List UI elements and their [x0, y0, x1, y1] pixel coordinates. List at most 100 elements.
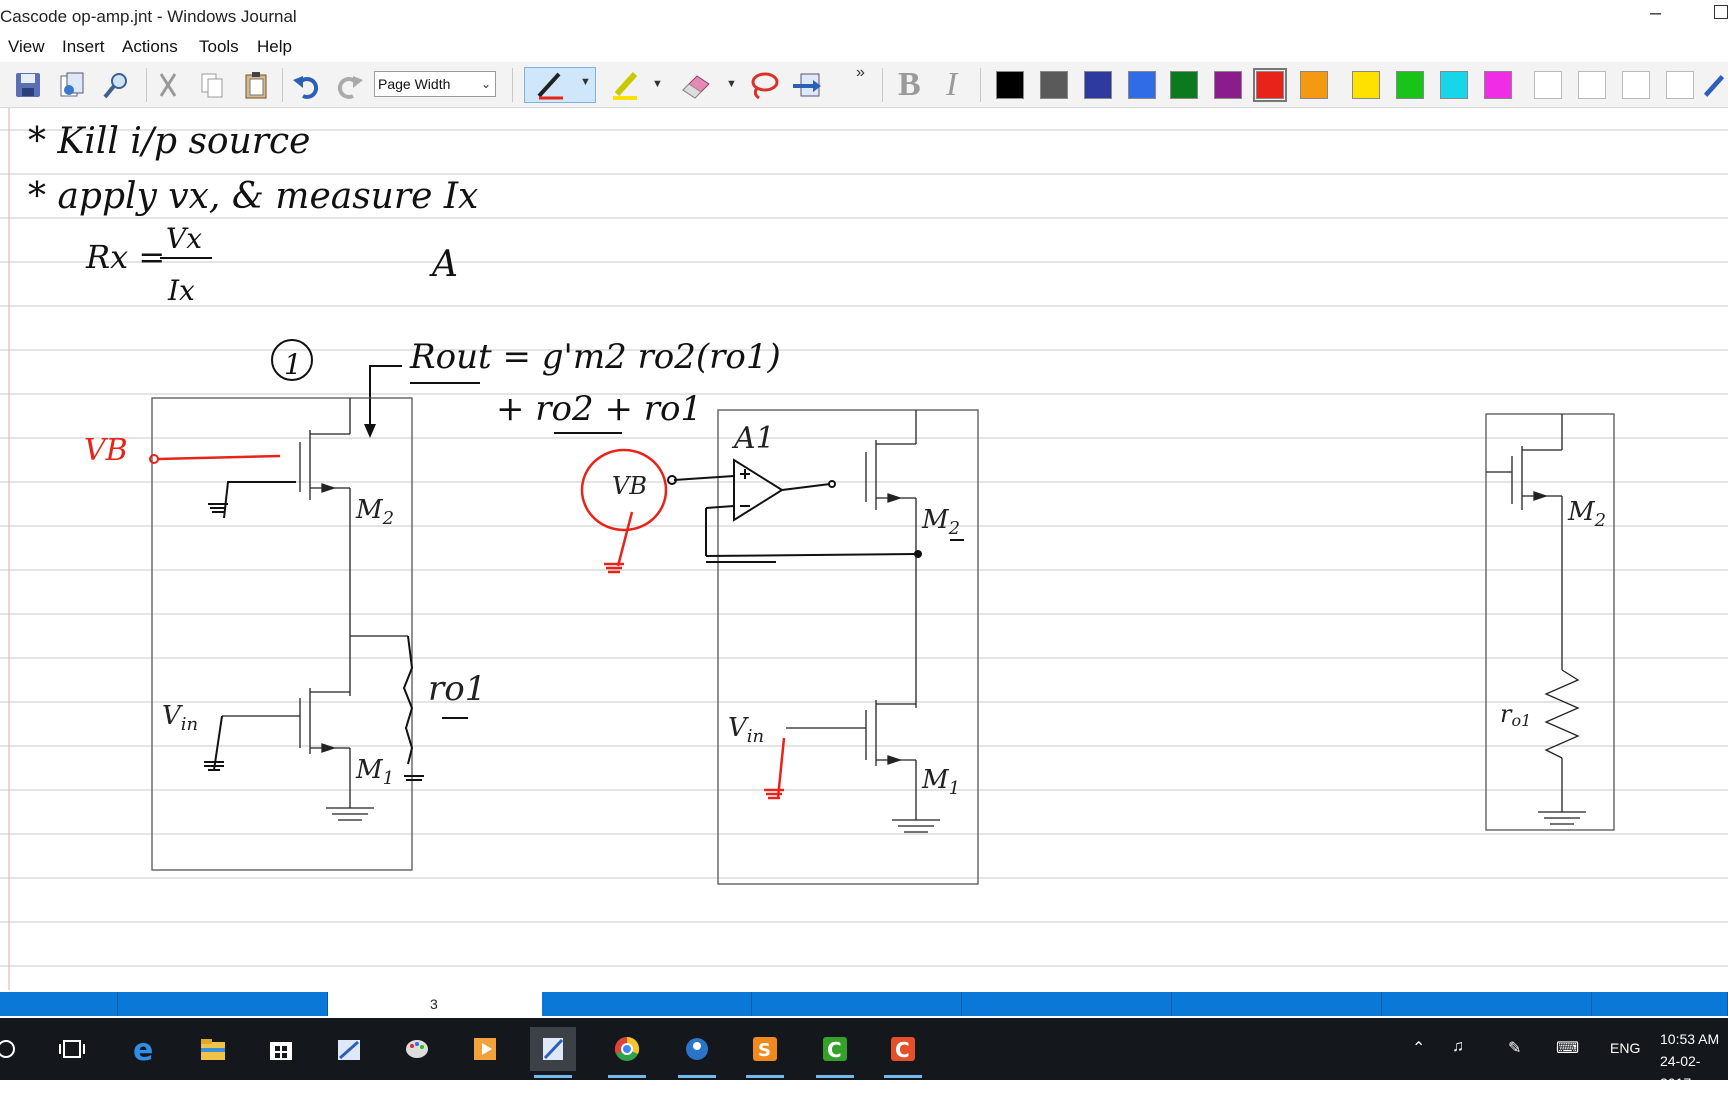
- edge-browser-icon[interactable]: e: [122, 1027, 168, 1071]
- pen-color-swatch[interactable]: [1040, 71, 1068, 99]
- pen-color-swatch[interactable]: [1214, 71, 1242, 99]
- menu-help[interactable]: Help: [257, 37, 292, 57]
- stray-letter: A: [429, 244, 458, 285]
- menu-tools[interactable]: Tools: [199, 37, 239, 57]
- pen-color-swatch[interactable]: [1352, 71, 1380, 99]
- page-setup-icon[interactable]: [54, 69, 90, 101]
- c1-m1-sub: 1: [383, 768, 394, 789]
- c1-ro1-label: ro1: [428, 669, 486, 709]
- pen-color-swatch[interactable]: [1128, 71, 1156, 99]
- italic-button[interactable]: I: [946, 66, 957, 104]
- svg-text:C: C: [895, 1038, 910, 1062]
- camtasia-recorder-icon[interactable]: C: [880, 1027, 926, 1078]
- pen-color-swatch[interactable]: [1084, 71, 1112, 99]
- c2-m1-sub: 1: [949, 778, 960, 799]
- teams-icon[interactable]: [674, 1027, 720, 1078]
- toolbar-overflow-icon[interactable]: »: [856, 64, 865, 82]
- journal-app-icon[interactable]: [326, 1027, 372, 1071]
- clock[interactable]: 10:53 AM 24-02-2017: [1660, 1028, 1728, 1094]
- undo-icon[interactable]: [288, 69, 324, 101]
- pen-color-swatch[interactable]: [1578, 71, 1606, 99]
- presentation-app-icon[interactable]: S: [742, 1027, 788, 1078]
- c2-vin-sub: in: [747, 726, 764, 747]
- title-bar: Cascode op-amp.jnt - Windows Journal –: [0, 0, 1728, 34]
- file-explorer-icon[interactable]: [190, 1027, 236, 1071]
- c2-a1-label: A1: [731, 421, 775, 456]
- task-view-icon[interactable]: [50, 1027, 96, 1071]
- search-icon[interactable]: [0, 1027, 24, 1071]
- c3-m2-sub: 2: [1594, 510, 1606, 531]
- pen-color-swatch[interactable]: [1622, 71, 1650, 99]
- camtasia-icon[interactable]: C: [812, 1027, 858, 1078]
- menu-view[interactable]: View: [8, 37, 45, 57]
- pen-color-swatch[interactable]: [996, 71, 1024, 99]
- pen-dropdown-icon[interactable]: ▼: [580, 76, 591, 88]
- language-indicator[interactable]: ENG: [1610, 1040, 1640, 1056]
- page-tab[interactable]: [0, 992, 118, 1016]
- bold-button[interactable]: B: [898, 66, 921, 104]
- pen-color-swatch[interactable]: [1666, 71, 1694, 99]
- eraser-dropdown-icon[interactable]: ▼: [726, 78, 737, 90]
- page-tab[interactable]: [118, 992, 328, 1016]
- journal-page[interactable]: * Kill i/p source * apply vx, & measure …: [0, 108, 1728, 990]
- cut-icon[interactable]: [150, 69, 186, 101]
- find-icon[interactable]: [98, 69, 134, 101]
- media-player-icon[interactable]: [462, 1027, 508, 1071]
- save-icon[interactable]: [10, 69, 46, 101]
- page-tab[interactable]: [1382, 992, 1592, 1016]
- c2-m2-label: M: [921, 505, 950, 535]
- svg-text:Vin: Vin: [728, 713, 764, 747]
- show-hidden-icons-icon[interactable]: ⌃: [1412, 1038, 1425, 1058]
- clock-time: 10:53 AM: [1660, 1031, 1720, 1047]
- page-tab[interactable]: [752, 992, 962, 1016]
- pen-color-swatch[interactable]: [1300, 71, 1328, 99]
- eraser-icon[interactable]: [676, 69, 716, 101]
- toolbar-separator: [882, 68, 883, 102]
- pen-color-swatch[interactable]: [1396, 71, 1424, 99]
- page-tab[interactable]: [962, 992, 1172, 1016]
- formula-lhs: Rx =: [85, 238, 165, 276]
- svg-text:ro1: ro1: [1500, 700, 1531, 730]
- menu-insert[interactable]: Insert: [62, 37, 105, 57]
- redo-icon[interactable]: [332, 69, 368, 101]
- pen-color-swatch[interactable]: [1534, 71, 1562, 99]
- pen-color-swatch[interactable]: [1253, 68, 1287, 102]
- minimize-button[interactable]: –: [1650, 2, 1661, 25]
- menu-bar: View Insert Actions Tools Help: [0, 34, 1728, 62]
- pen-color-swatch[interactable]: [1170, 71, 1198, 99]
- pen-color-swatch[interactable]: [1440, 71, 1468, 99]
- menu-actions[interactable]: Actions: [122, 37, 178, 57]
- pen-color-swatch[interactable]: [1484, 71, 1512, 99]
- paint-icon[interactable]: [394, 1027, 440, 1071]
- copy-icon[interactable]: [194, 69, 230, 101]
- page-tab[interactable]: [1592, 992, 1728, 1016]
- format-pen-icon[interactable]: [1700, 69, 1728, 101]
- pen-icon: [537, 72, 563, 100]
- circuit-1: [151, 397, 413, 871]
- highlighter-icon[interactable]: [606, 69, 646, 101]
- pen-tool-button[interactable]: ▼: [524, 67, 596, 103]
- c1-vin-sub: in: [181, 714, 198, 735]
- lasso-select-icon[interactable]: [744, 69, 784, 101]
- pen-tray-icon[interactable]: ✎: [1508, 1038, 1521, 1058]
- highlighter-dropdown-icon[interactable]: ▼: [652, 78, 663, 90]
- running-indicator: [884, 1075, 922, 1078]
- volume-icon[interactable]: ♫: [1452, 1038, 1464, 1056]
- windows-journal-taskbar-button[interactable]: [530, 1027, 576, 1078]
- c2-m2-sub: 2: [948, 518, 960, 539]
- circuit-3: [1485, 413, 1615, 831]
- store-icon[interactable]: [258, 1027, 304, 1071]
- toolbar: Page Width ⌄ ▼ ▼ ▼ » B I: [0, 62, 1728, 108]
- paste-icon[interactable]: [238, 69, 274, 101]
- page-tab[interactable]: [1172, 992, 1382, 1016]
- chrome-icon[interactable]: [604, 1027, 650, 1078]
- insert-space-icon[interactable]: [788, 69, 828, 101]
- keyboard-icon[interactable]: ⌨: [1556, 1038, 1579, 1058]
- zoom-select[interactable]: Page Width ⌄: [374, 71, 496, 97]
- page-tab[interactable]: [542, 992, 752, 1016]
- note-line-1: * Kill i/p source: [28, 121, 310, 162]
- page-number: 3: [430, 996, 438, 1012]
- maximize-button[interactable]: [1714, 5, 1728, 19]
- circuit-2: [717, 409, 979, 885]
- c1-m2-sub: 2: [382, 508, 394, 529]
